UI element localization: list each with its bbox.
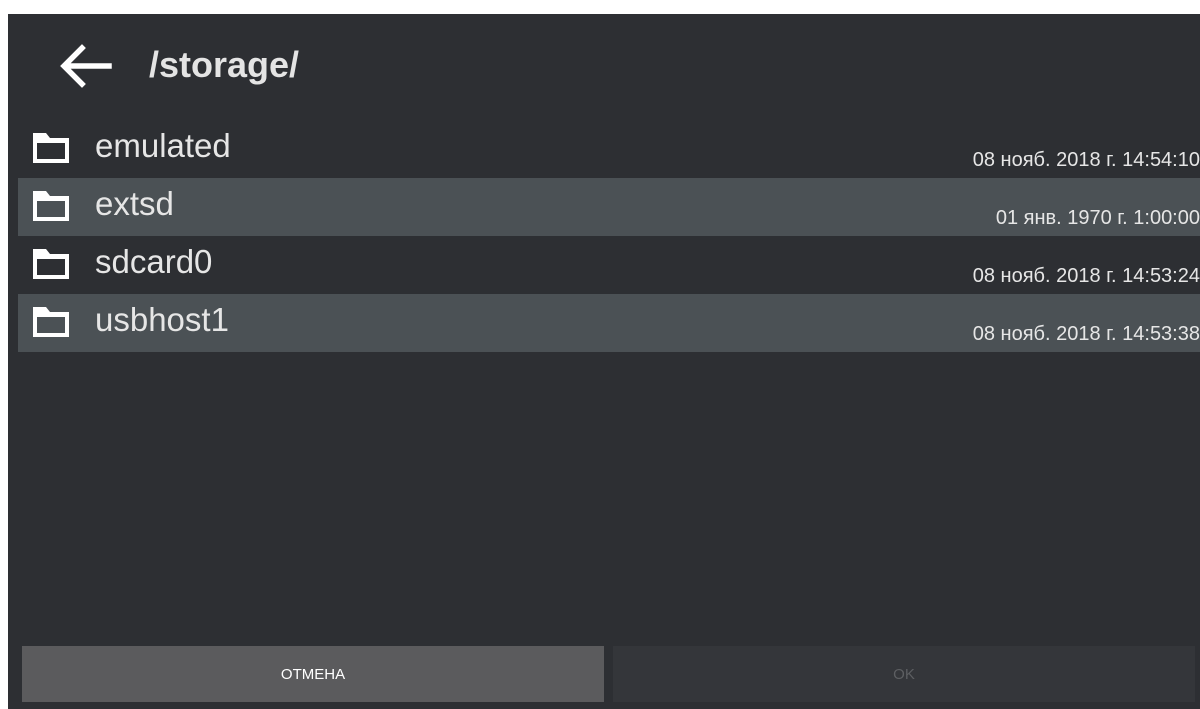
folder-icon [33, 307, 69, 337]
file-list: emulated 08 нояб. 2018 г. 14:54:10 extsd… [18, 120, 1200, 352]
file-name: usbhost1 [95, 301, 229, 338]
folder-icon [33, 191, 69, 221]
file-name: emulated [95, 127, 231, 164]
file-name: extsd [95, 185, 174, 222]
file-row-sdcard0[interactable]: sdcard0 08 нояб. 2018 г. 14:53:24 [18, 236, 1200, 294]
file-date: 01 янв. 1970 г. 1:00:00 [995, 207, 1200, 229]
header: /storage/ [8, 14, 1200, 120]
file-date: 08 нояб. 2018 г. 14:54:10 [972, 149, 1200, 171]
ok-button[interactable]: OK [613, 646, 1195, 702]
back-button[interactable] [52, 38, 118, 94]
file-picker-dialog: /storage/ emulated 08 нояб. 2018 г. 14:5… [8, 14, 1200, 709]
folder-icon [33, 133, 69, 163]
file-row-emulated[interactable]: emulated 08 нояб. 2018 г. 14:54:10 [18, 120, 1200, 178]
file-row-usbhost1[interactable]: usbhost1 08 нояб. 2018 г. 14:53:38 [18, 294, 1200, 352]
arrow-left-icon [60, 44, 112, 88]
current-path-title: /storage/ [149, 44, 300, 85]
file-name: sdcard0 [95, 243, 213, 280]
cancel-button[interactable]: ОТМЕНА [22, 646, 604, 702]
file-date: 08 нояб. 2018 г. 14:53:24 [972, 265, 1200, 287]
file-row-extsd[interactable]: extsd 01 янв. 1970 г. 1:00:00 [18, 178, 1200, 236]
file-date: 08 нояб. 2018 г. 14:53:38 [972, 323, 1200, 345]
folder-icon [33, 249, 69, 279]
